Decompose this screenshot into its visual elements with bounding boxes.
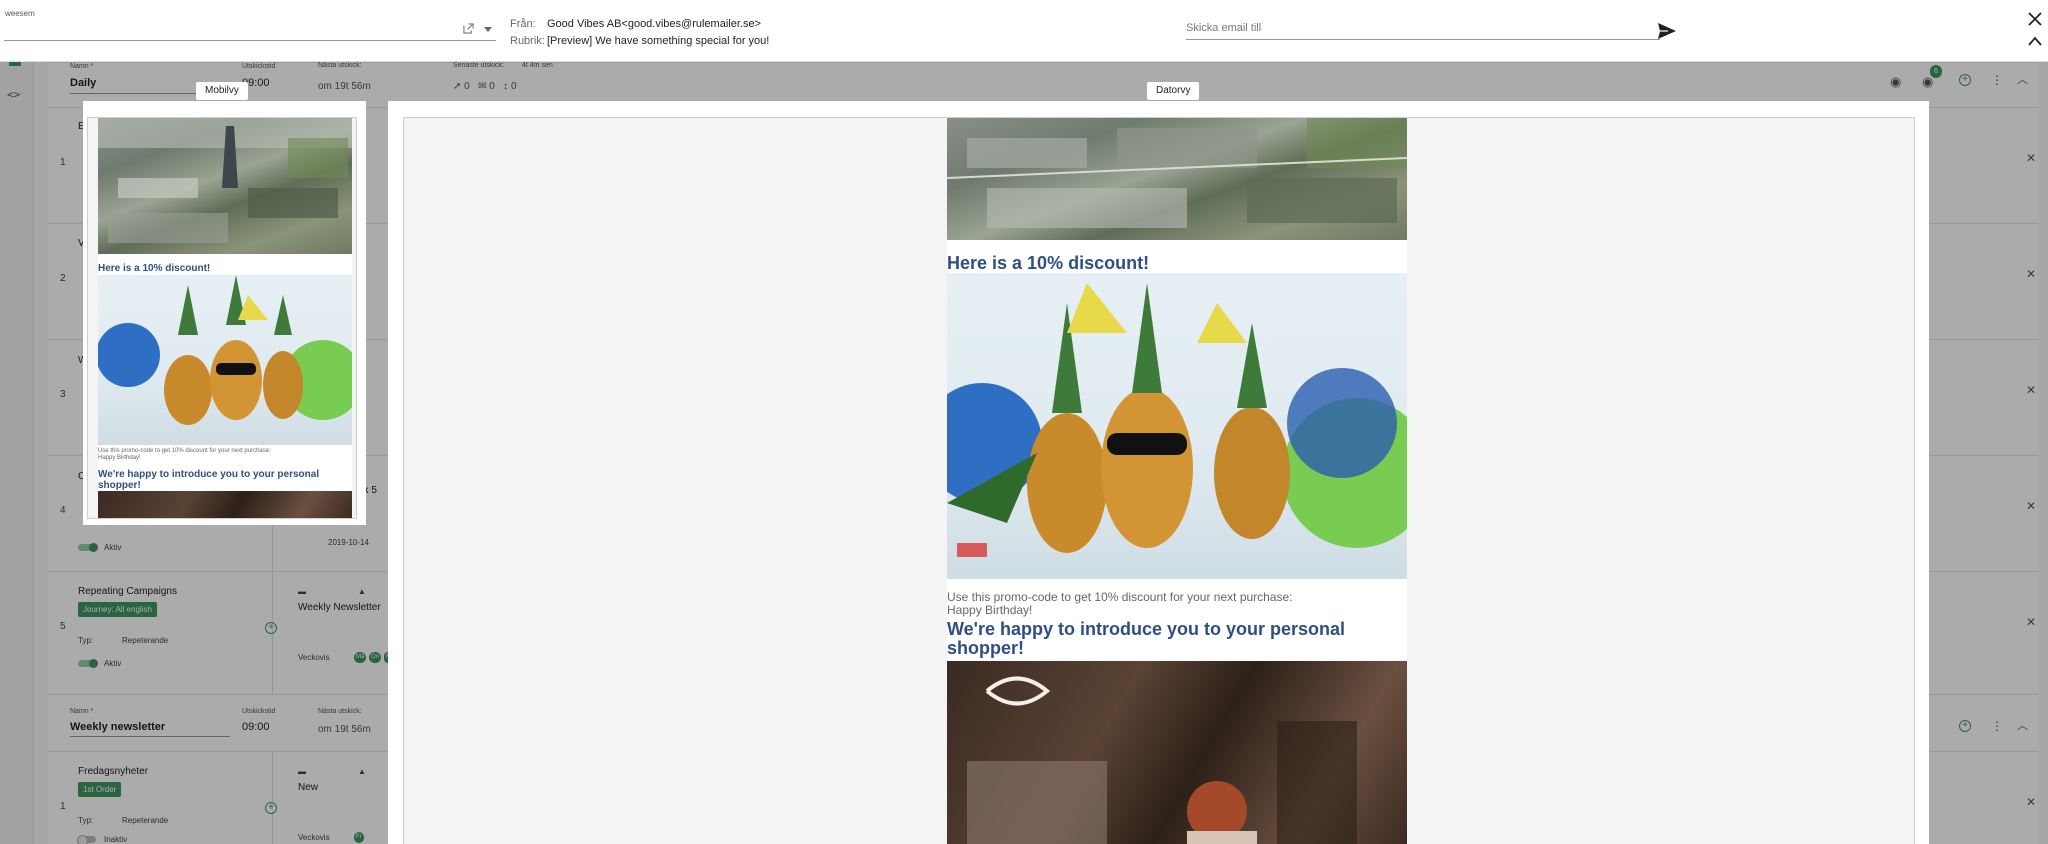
personal-shopper-image: [947, 661, 1407, 844]
desktop-preview: Here is a 10% discount! Use this promo-c…: [388, 101, 1929, 844]
subject-label: Rubrik:: [510, 35, 545, 47]
aerial-city-image: [947, 118, 1407, 240]
tab-desktop-view[interactable]: Datorvy: [1147, 82, 1200, 100]
send-email-input[interactable]: Skicka email till: [1186, 22, 1261, 34]
desktop-heading-shopper: We're happy to introduce you to your per…: [947, 619, 1345, 658]
mobile-preview: Here is a 10% discount! Use this promo-c…: [83, 101, 366, 525]
preview-header: weesem Från: Good Vibes AB<good.vibes@ru…: [0, 0, 2048, 62]
aerial-city-image: [98, 118, 352, 254]
mobile-email-body: Here is a 10% discount! Use this promo-c…: [98, 118, 352, 518]
desktop-birthday-text: Happy Birthday!: [947, 603, 1033, 617]
desktop-frame: Here is a 10% discount! Use this promo-c…: [403, 117, 1915, 844]
personal-shopper-image: [98, 491, 352, 518]
mobile-birthday-text: Happy Birthday!: [98, 455, 141, 461]
user-select-value[interactable]: weesem: [5, 9, 35, 18]
mobile-heading-discount: Here is a 10% discount!: [98, 263, 211, 274]
subject-value: [Preview] We have something special for …: [547, 35, 770, 47]
from-label: Från:: [510, 18, 536, 30]
mobile-promo-text: Use this promo-code to get 10% discount …: [98, 448, 271, 454]
mobile-heading-shopper: We're happy to introduce you to your per…: [98, 469, 320, 491]
desktop-email-body: Here is a 10% discount! Use this promo-c…: [947, 118, 1407, 844]
send-icon[interactable]: [1658, 23, 1676, 39]
pineapple-party-image: [947, 273, 1407, 579]
user-select-underline: [4, 40, 496, 41]
pineapple-party-image: [98, 275, 352, 445]
chevron-up-icon[interactable]: [2028, 36, 2042, 46]
open-external-icon[interactable]: [463, 23, 474, 34]
from-value: Good Vibes AB<good.vibes@rulemailer.se>: [547, 18, 761, 30]
tab-mobile-view[interactable]: Mobilvy: [196, 82, 248, 100]
mobile-frame: Here is a 10% discount! Use this promo-c…: [87, 117, 357, 519]
close-icon[interactable]: [2027, 11, 2043, 27]
desktop-heading-discount: Here is a 10% discount!: [947, 253, 1150, 273]
send-email-underline: [1186, 39, 1660, 40]
chevron-down-icon[interactable]: [484, 27, 492, 32]
